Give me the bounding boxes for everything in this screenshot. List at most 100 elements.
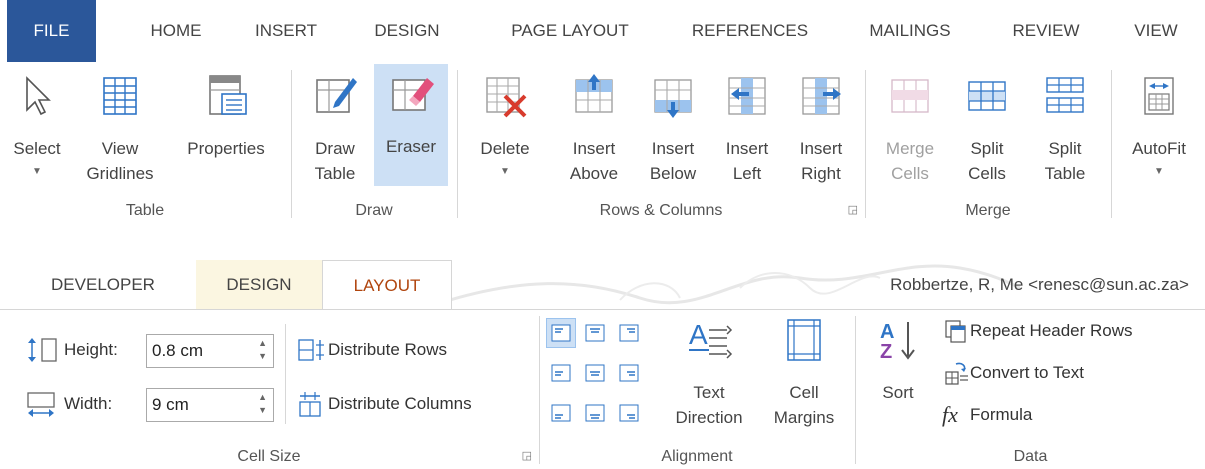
align-middle-right-icon [619,364,639,382]
autofit-label: AutoFit [1132,139,1186,158]
insert-left-button[interactable]: Insert Left [714,66,780,190]
tab-table-design[interactable]: DESIGN [196,260,322,310]
eraser-icon [392,78,434,111]
svg-text:A: A [880,321,894,343]
tab-insert[interactable]: INSERT [246,0,326,62]
properties-button[interactable]: Properties [172,66,280,190]
insert-above-line2: Above [569,164,619,183]
draw-table-button[interactable]: Draw Table [300,66,370,190]
cursor-icon [26,76,51,116]
align-middle-left-button[interactable] [546,358,576,388]
align-bottom-right-icon [619,404,639,422]
convert-to-text-button[interactable]: Convert to Text [942,360,1084,386]
merge-cells-line1: Merge [885,139,935,158]
tab-table-layout[interactable]: LAYOUT [322,260,452,311]
merge-cells-button[interactable]: Merge Cells [874,66,946,190]
dropdown-arrow-icon: ▼ [32,166,42,177]
dialog-launcher-icon[interactable]: ◲ [522,449,532,462]
text-direction-line1: Text [693,383,725,402]
align-middle-right-button[interactable] [614,358,644,388]
insert-right-icon [802,77,841,115]
text-direction-button[interactable]: A Text Direction [662,310,756,434]
distribute-rows-button[interactable]: Distribute Rows [296,336,447,364]
view-gridlines-line2: Gridlines [86,164,154,183]
tab-mailings[interactable]: MAILINGS [850,0,970,62]
tab-file[interactable]: FILE [7,0,96,62]
formula-button[interactable]: fx Formula [942,402,1032,428]
align-top-left-button[interactable] [546,318,576,348]
distribute-columns-label: Distribute Columns [328,394,472,413]
insert-above-icon [575,74,613,113]
account-name[interactable]: Robbertze, R, Me <renesc@sun.ac.za> [890,260,1189,310]
align-bottom-left-button[interactable] [546,398,576,428]
tab-references[interactable]: REFERENCES [680,0,820,62]
insert-below-icon [654,79,692,118]
sort-label: Sort [882,383,914,402]
align-bottom-right-button[interactable] [614,398,644,428]
sort-button[interactable]: A Z Sort [866,310,930,434]
insert-above-button[interactable]: Insert Above [558,66,630,190]
insert-above-label: Insert Above [558,136,630,186]
draw-group-label: Draw [355,202,393,219]
split-cells-button[interactable]: Split Cells [952,66,1022,190]
draw-table-line2: Table [314,164,356,183]
insert-right-label: Insert Right [788,136,854,186]
align-top-right-button[interactable] [614,318,644,348]
split-table-line1: Split [1048,139,1082,158]
height-row: Height: [24,336,118,364]
text-direction-line2: Direction [675,408,743,427]
cell-margins-label: Cell Margins [762,380,846,430]
align-top-center-button[interactable] [580,318,610,348]
rows-columns-group-label: Rows & Columns [599,202,723,219]
dropdown-arrow-icon: ▼ [500,166,510,177]
insert-right-line1: Insert [799,139,843,158]
height-stepper[interactable]: 0.8 cm ▲ ▼ [146,334,274,368]
tab-review[interactable]: REVIEW [996,0,1096,62]
align-bottom-center-button[interactable] [580,398,610,428]
row-height-icon [28,338,57,362]
table-group-label: Table [125,202,165,219]
insert-below-button[interactable]: Insert Below [638,66,708,190]
width-label: Width: [64,394,113,413]
spin-arrows-icon[interactable]: ▲ ▼ [258,337,267,363]
insert-right-line2: Right [801,164,841,183]
distribute-columns-button[interactable]: Distribute Columns [296,390,472,418]
align-middle-center-button[interactable] [580,358,610,388]
tab-view[interactable]: VIEW [1116,0,1196,62]
merge-cells-label: Merge Cells [874,136,946,186]
spin-arrows-icon[interactable]: ▲ ▼ [258,391,267,417]
merge-group: Merge Cells Split Cells Split Table Merg… [866,62,1110,226]
tab-developer[interactable]: DEVELOPER [18,260,188,310]
tab-home[interactable]: HOME [126,0,226,62]
autofit-button[interactable]: AutoFit ▼ [1118,66,1200,190]
svg-text:Z: Z [880,341,892,363]
alignment-group: A Text Direction Cell Margins Alignment [540,310,854,469]
view-gridlines-label: View Gridlines [80,136,160,186]
select-button[interactable]: Select ▼ [6,66,68,190]
repeat-header-rows-icon [945,320,966,343]
width-stepper[interactable]: 9 cm ▲ ▼ [146,388,274,422]
text-direction-icon: A [689,319,733,359]
cell-margins-icon [787,319,821,361]
split-table-button[interactable]: Split Table [1028,66,1102,190]
delete-button[interactable]: Delete ▼ [466,66,544,190]
tab-page-layout[interactable]: PAGE LAYOUT [490,0,650,62]
eraser-button[interactable]: Eraser [374,64,448,186]
view-gridlines-button[interactable]: View Gridlines [80,66,160,190]
merge-group-label: Merge [965,202,1011,219]
height-value: 0.8 cm [152,341,204,360]
insert-right-button[interactable]: Insert Right [788,66,854,190]
repeat-header-rows-button[interactable]: Repeat Header Rows [942,318,1133,344]
convert-to-text-label: Convert to Text [970,363,1085,382]
insert-left-icon [728,77,766,115]
dropdown-arrow-icon: ▼ [1154,166,1164,177]
sort-az-icon: A Z [880,321,915,363]
dialog-launcher-icon[interactable]: ◲ [848,203,858,216]
distribute-columns-icon [299,392,321,417]
gridlines-icon [103,77,137,115]
tab-design[interactable]: DESIGN [362,0,452,62]
cell-margins-button[interactable]: Cell Margins [762,310,846,434]
insert-left-label: Insert Left [714,136,780,186]
align-middle-center-icon [585,364,605,382]
ribbon-tab-bar: FILE HOME INSERT DESIGN PAGE LAYOUT REFE… [0,0,1205,62]
